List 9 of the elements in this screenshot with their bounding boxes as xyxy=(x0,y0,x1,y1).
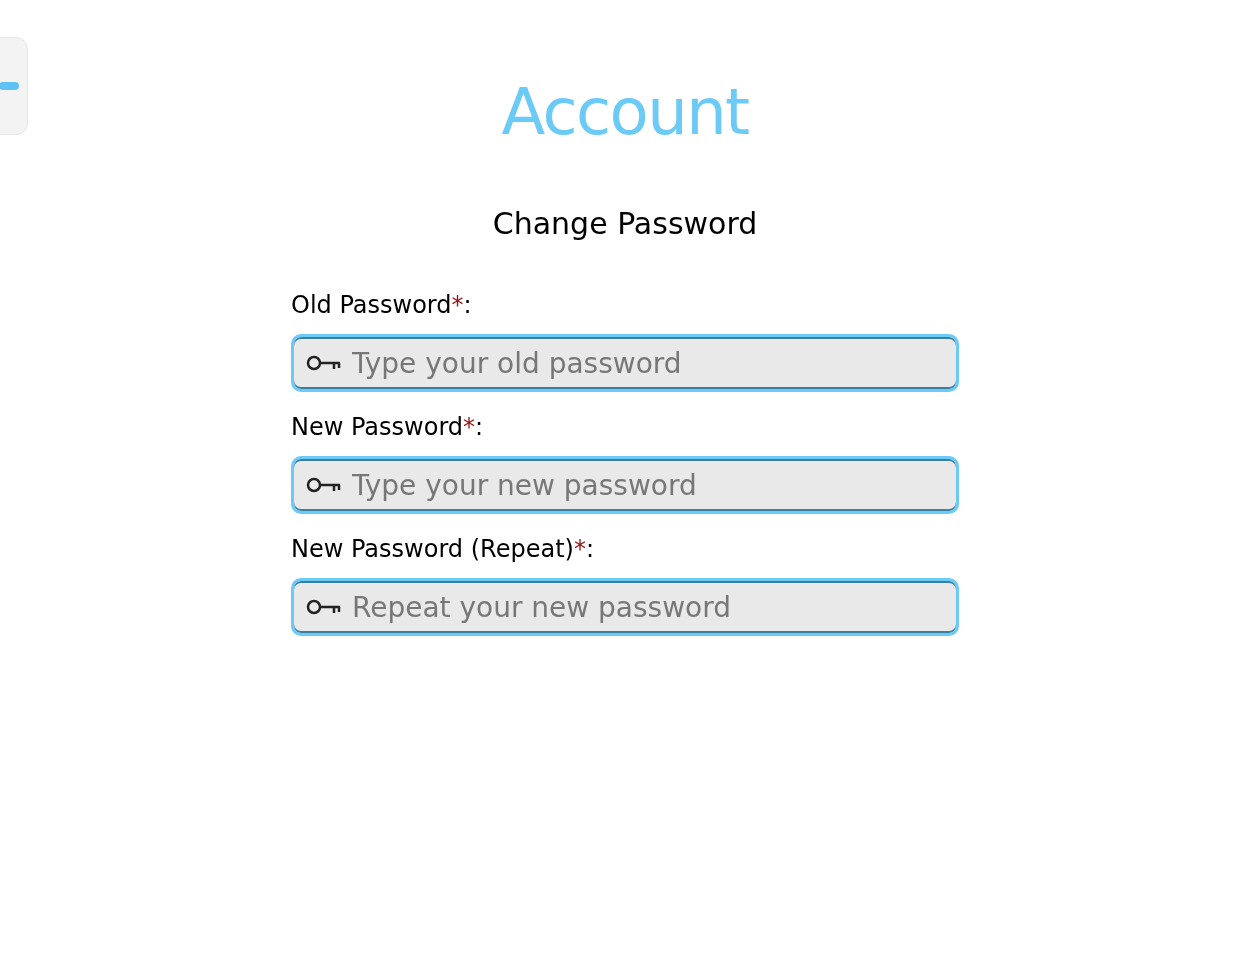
field-label: New Password (Repeat)*: xyxy=(291,534,595,564)
menu-bar-icon xyxy=(0,82,19,90)
field-label: Old Password*: xyxy=(291,290,473,320)
field-label: New Password*: xyxy=(291,412,485,442)
password-field[interactable]: Type your old password xyxy=(291,334,959,392)
page-title: Account xyxy=(501,74,749,151)
section-title: Change Password xyxy=(492,205,758,243)
password-field[interactable]: Repeat your new password xyxy=(291,578,959,636)
password-field[interactable]: Type your new password xyxy=(291,456,959,514)
